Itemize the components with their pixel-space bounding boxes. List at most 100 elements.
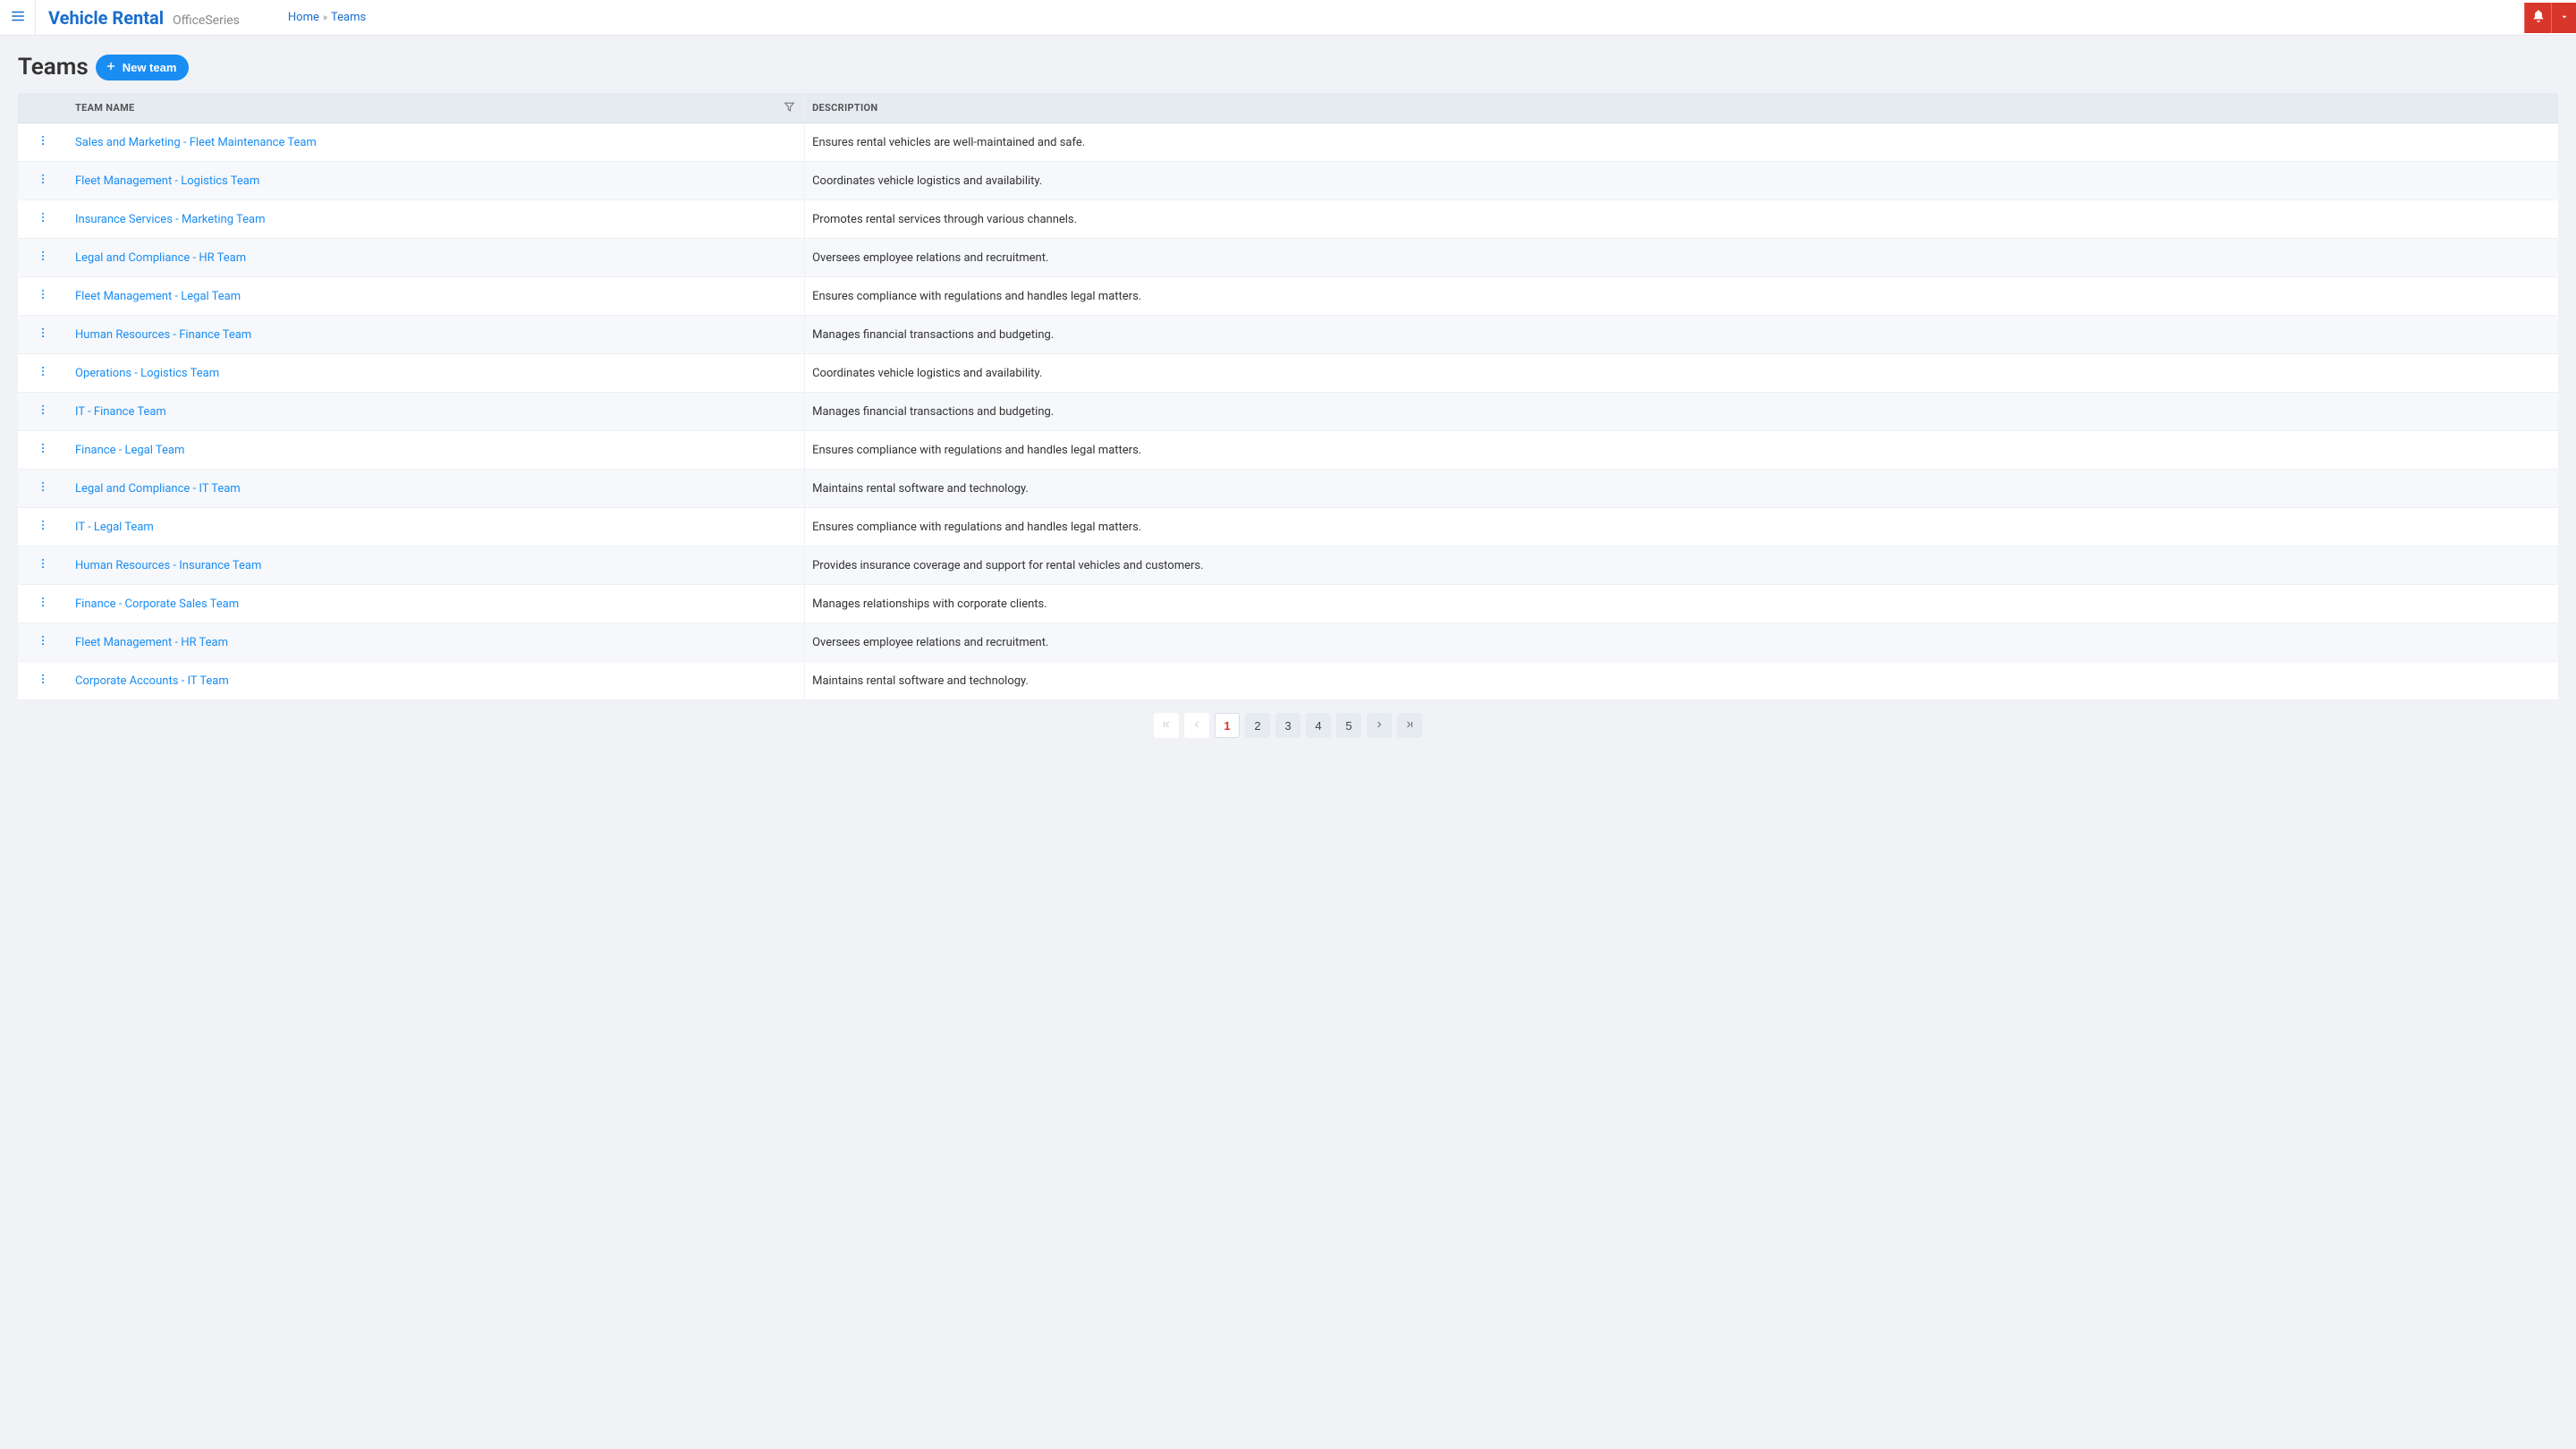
more-vertical-icon bbox=[37, 519, 49, 535]
more-vertical-icon bbox=[37, 211, 49, 227]
row-menu-button[interactable] bbox=[37, 673, 49, 689]
team-name-link[interactable]: Legal and Compliance - HR Team bbox=[75, 251, 246, 265]
pagination-page-3[interactable]: 3 bbox=[1275, 713, 1301, 738]
team-name-link[interactable]: Human Resources - Insurance Team bbox=[75, 559, 261, 572]
team-name-link[interactable]: Operations - Logistics Team bbox=[75, 367, 219, 380]
row-menu-button[interactable] bbox=[37, 134, 49, 150]
team-name-link[interactable]: IT - Legal Team bbox=[75, 521, 154, 534]
row-menu-button[interactable] bbox=[37, 519, 49, 535]
row-menu-button[interactable] bbox=[37, 480, 49, 496]
notifications-button[interactable] bbox=[2524, 3, 2551, 33]
team-description-cell: Manages relationships with corporate cli… bbox=[805, 585, 2558, 623]
row-menu-button[interactable] bbox=[37, 557, 49, 573]
table-row: Finance - Corporate Sales Team Manages re… bbox=[18, 585, 2558, 623]
row-actions-cell bbox=[18, 431, 68, 470]
row-menu-button[interactable] bbox=[37, 634, 49, 650]
brand: Vehicle Rental OfficeSeries bbox=[36, 7, 261, 29]
row-actions-cell bbox=[18, 316, 68, 354]
team-description-cell: Oversees employee relations and recruitm… bbox=[805, 239, 2558, 277]
team-description-cell: Ensures compliance with regulations and … bbox=[805, 431, 2558, 470]
team-description-cell: Manages financial transactions and budge… bbox=[805, 316, 2558, 354]
team-name-cell: Fleet Management - Legal Team bbox=[68, 277, 805, 316]
column-header-description[interactable]: Description bbox=[805, 93, 2558, 123]
team-name-link[interactable]: Corporate Accounts - IT Team bbox=[75, 674, 229, 688]
table-row: Finance - Legal Team Ensures compliance w… bbox=[18, 431, 2558, 470]
team-description-cell: Promotes rental services through various… bbox=[805, 200, 2558, 239]
filter-icon[interactable] bbox=[784, 101, 795, 115]
team-name-link[interactable]: Insurance Services - Marketing Team bbox=[75, 213, 266, 226]
team-name-link[interactable]: Human Resources - Finance Team bbox=[75, 328, 251, 342]
team-name-cell: Corporate Accounts - IT Team bbox=[68, 662, 805, 700]
brand-title[interactable]: Vehicle Rental bbox=[48, 7, 164, 29]
team-name-cell: IT - Finance Team bbox=[68, 393, 805, 431]
pagination-page-2[interactable]: 2 bbox=[1245, 713, 1270, 738]
more-vertical-icon bbox=[37, 480, 49, 496]
row-menu-button[interactable] bbox=[37, 211, 49, 227]
hamburger-icon bbox=[10, 8, 26, 28]
row-menu-button[interactable] bbox=[37, 596, 49, 612]
team-description-cell: Coordinates vehicle logistics and availa… bbox=[805, 354, 2558, 393]
team-name-link[interactable]: Fleet Management - Logistics Team bbox=[75, 174, 259, 188]
new-team-button[interactable]: New team bbox=[96, 55, 190, 80]
more-vertical-icon bbox=[37, 134, 49, 150]
more-vertical-icon bbox=[37, 288, 49, 304]
teams-table: Team Name Description Sales and Marketin… bbox=[18, 93, 2558, 700]
team-name-cell: Legal and Compliance - IT Team bbox=[68, 470, 805, 508]
row-menu-button[interactable] bbox=[37, 403, 49, 419]
table-row: Human Resources - Finance Team Manages fi… bbox=[18, 316, 2558, 354]
pagination-page-1[interactable]: 1 bbox=[1215, 713, 1240, 738]
pagination-last-button[interactable] bbox=[1397, 713, 1422, 738]
column-header-team-name[interactable]: Team Name bbox=[68, 93, 805, 123]
team-name-cell: Finance - Corporate Sales Team bbox=[68, 585, 805, 623]
team-name-link[interactable]: Sales and Marketing - Fleet Maintenance … bbox=[75, 136, 317, 149]
team-name-cell: Sales and Marketing - Fleet Maintenance … bbox=[68, 123, 805, 162]
breadcrumb-separator: » bbox=[323, 12, 327, 23]
row-actions-cell bbox=[18, 162, 68, 200]
row-actions-cell bbox=[18, 662, 68, 700]
team-description-cell: Provides insurance coverage and support … bbox=[805, 547, 2558, 585]
row-actions-cell bbox=[18, 508, 68, 547]
row-actions-cell bbox=[18, 393, 68, 431]
team-description-cell: Coordinates vehicle logistics and availa… bbox=[805, 162, 2558, 200]
row-menu-button[interactable] bbox=[37, 365, 49, 381]
breadcrumb-home-link[interactable]: Home bbox=[288, 11, 319, 24]
breadcrumb-current: Teams bbox=[331, 11, 366, 24]
hamburger-menu-button[interactable] bbox=[0, 0, 36, 36]
column-header-team-name-label: Team Name bbox=[75, 102, 135, 114]
table-row: IT - Legal Team Ensures compliance with r… bbox=[18, 508, 2558, 547]
table-row: Legal and Compliance - HR Team Oversees e… bbox=[18, 239, 2558, 277]
pagination-next-button[interactable] bbox=[1367, 713, 1392, 738]
pagination-prev-button bbox=[1184, 713, 1209, 738]
team-name-link[interactable]: Finance - Corporate Sales Team bbox=[75, 597, 239, 611]
row-menu-button[interactable] bbox=[37, 250, 49, 266]
team-description-cell: Manages financial transactions and budge… bbox=[805, 393, 2558, 431]
team-name-link[interactable]: IT - Finance Team bbox=[75, 405, 166, 419]
user-menu-dropdown[interactable] bbox=[2551, 3, 2576, 33]
more-vertical-icon bbox=[37, 557, 49, 573]
chevron-first-icon bbox=[1161, 719, 1172, 733]
row-menu-button[interactable] bbox=[37, 173, 49, 189]
team-description-cell: Ensures compliance with regulations and … bbox=[805, 508, 2558, 547]
team-description-cell: Ensures rental vehicles are well-maintai… bbox=[805, 123, 2558, 162]
pagination-page-4[interactable]: 4 bbox=[1306, 713, 1331, 738]
row-actions-cell bbox=[18, 200, 68, 239]
team-name-cell: Operations - Logistics Team bbox=[68, 354, 805, 393]
table-row: Fleet Management - Legal Team Ensures com… bbox=[18, 277, 2558, 316]
team-name-link[interactable]: Finance - Legal Team bbox=[75, 444, 184, 457]
team-description-cell: Ensures compliance with regulations and … bbox=[805, 277, 2558, 316]
row-menu-button[interactable] bbox=[37, 288, 49, 304]
team-name-link[interactable]: Fleet Management - HR Team bbox=[75, 636, 228, 649]
pagination-page-5[interactable]: 5 bbox=[1336, 713, 1361, 738]
team-name-cell: Legal and Compliance - HR Team bbox=[68, 239, 805, 277]
table-row: Human Resources - Insurance Team Provides… bbox=[18, 547, 2558, 585]
page-head: Teams New team bbox=[18, 54, 2558, 80]
more-vertical-icon bbox=[37, 596, 49, 612]
table-header-row: Team Name Description bbox=[18, 93, 2558, 123]
team-name-link[interactable]: Legal and Compliance - IT Team bbox=[75, 482, 241, 496]
more-vertical-icon bbox=[37, 326, 49, 343]
row-menu-button[interactable] bbox=[37, 442, 49, 458]
row-actions-cell bbox=[18, 277, 68, 316]
team-name-cell: Fleet Management - Logistics Team bbox=[68, 162, 805, 200]
team-name-link[interactable]: Fleet Management - Legal Team bbox=[75, 290, 241, 303]
row-menu-button[interactable] bbox=[37, 326, 49, 343]
